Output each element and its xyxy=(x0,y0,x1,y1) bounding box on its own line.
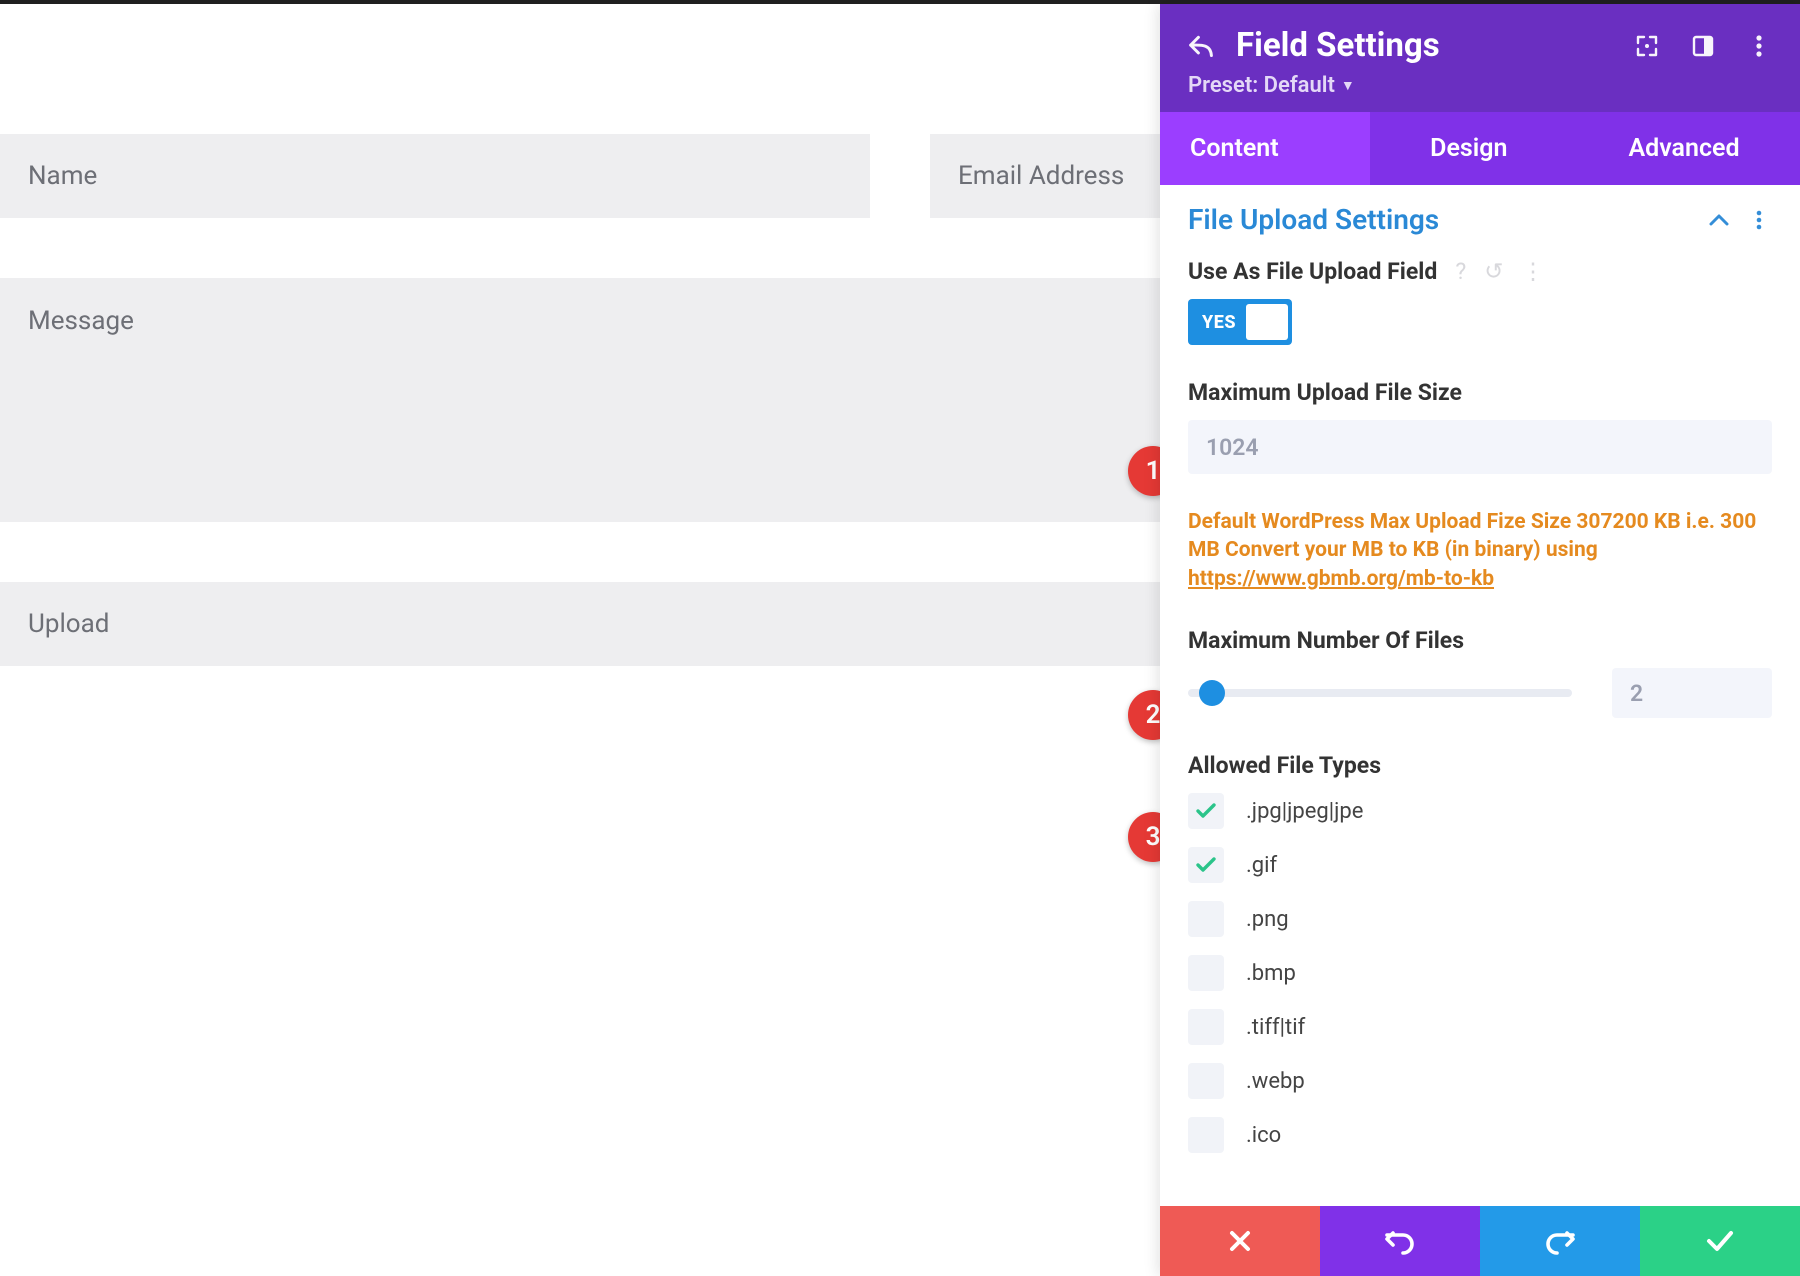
notice-link[interactable]: https://www.gbmb.org/mb-to-kb xyxy=(1188,567,1494,591)
section-title[interactable]: File Upload Settings xyxy=(1188,203,1439,236)
back-icon[interactable] xyxy=(1188,33,1214,59)
file-type-checkbox[interactable] xyxy=(1188,955,1224,991)
preset-selector[interactable]: Preset: Default ▼ xyxy=(1188,73,1772,98)
panel-header: Field Settings Preset: Default ▼ xyxy=(1160,4,1800,112)
settings-panel: Field Settings Preset: Default ▼ xyxy=(1160,4,1800,1276)
max-files-slider[interactable] xyxy=(1188,689,1572,697)
file-upload-toggle[interactable]: YES xyxy=(1188,299,1292,345)
toggle-knob xyxy=(1246,304,1288,340)
tabs: Content Design Advanced xyxy=(1160,112,1800,185)
max-upload-size-label: Maximum Upload File Size xyxy=(1188,379,1462,406)
file-type-checkbox[interactable] xyxy=(1188,793,1224,829)
section-kebab-icon[interactable] xyxy=(1746,207,1772,233)
file-type-label: .ico xyxy=(1246,1123,1281,1148)
collapse-icon[interactable] xyxy=(1706,207,1732,233)
email-field[interactable]: Email Address xyxy=(930,134,1162,218)
notice-text: Default WordPress Max Upload Fize Size 3… xyxy=(1188,510,1756,562)
snap-icon[interactable] xyxy=(1690,33,1716,59)
allowed-types-label: Allowed File Types xyxy=(1188,752,1381,779)
use-as-file-upload-label: Use As File Upload Field xyxy=(1188,258,1437,285)
tab-content[interactable]: Content xyxy=(1160,112,1370,185)
panel-title: Field Settings xyxy=(1236,26,1440,65)
file-type-checkbox[interactable] xyxy=(1188,847,1224,883)
message-field[interactable]: Message xyxy=(0,278,1162,522)
tab-design[interactable]: Design xyxy=(1370,112,1568,185)
redo-button[interactable] xyxy=(1480,1206,1640,1276)
file-type-row: .bmp xyxy=(1188,955,1772,991)
slider-thumb[interactable] xyxy=(1199,680,1225,706)
toggle-yes-label: YES xyxy=(1202,312,1236,333)
file-type-label: .webp xyxy=(1246,1069,1305,1094)
panel-footer xyxy=(1160,1206,1800,1276)
file-type-row: .ico xyxy=(1188,1117,1772,1153)
file-type-label: .png xyxy=(1246,907,1289,932)
tab-advanced[interactable]: Advanced xyxy=(1568,112,1800,185)
file-type-row: .gif xyxy=(1188,847,1772,883)
file-types-list: .jpg|jpeg|jpe .gif .png .bmp .tiff|tif .webp.… xyxy=(1188,793,1772,1153)
form-preview: Name Email Address Message Upload xyxy=(0,4,1162,726)
preset-label: Preset: Default xyxy=(1188,73,1335,98)
file-type-label: .gif xyxy=(1246,853,1277,878)
max-files-label: Maximum Number Of Files xyxy=(1188,627,1464,654)
file-type-row: .webp xyxy=(1188,1063,1772,1099)
cancel-button[interactable] xyxy=(1160,1206,1320,1276)
file-type-checkbox[interactable] xyxy=(1188,901,1224,937)
reset-icon[interactable]: ↺ xyxy=(1484,258,1503,285)
file-type-row: .jpg|jpeg|jpe xyxy=(1188,793,1772,829)
save-button[interactable] xyxy=(1640,1206,1800,1276)
help-icon[interactable]: ? xyxy=(1455,258,1466,285)
upload-field[interactable]: Upload xyxy=(0,582,1162,666)
expand-icon[interactable] xyxy=(1634,33,1660,59)
option-kebab-icon[interactable]: ⋮ xyxy=(1522,258,1545,285)
file-type-checkbox[interactable] xyxy=(1188,1009,1224,1045)
file-type-label: .tiff|tif xyxy=(1246,1015,1305,1040)
file-type-checkbox[interactable] xyxy=(1188,1063,1224,1099)
undo-button[interactable] xyxy=(1320,1206,1480,1276)
name-field[interactable]: Name xyxy=(0,134,870,218)
caret-down-icon: ▼ xyxy=(1341,77,1355,94)
file-type-label: .bmp xyxy=(1246,961,1296,986)
kebab-icon[interactable] xyxy=(1746,33,1772,59)
max-upload-size-input[interactable] xyxy=(1188,420,1772,474)
file-type-checkbox[interactable] xyxy=(1188,1117,1224,1153)
max-files-value[interactable]: 2 xyxy=(1612,668,1772,718)
file-type-label: .jpg|jpeg|jpe xyxy=(1246,799,1363,824)
max-size-notice: Default WordPress Max Upload Fize Size 3… xyxy=(1188,508,1772,593)
file-type-row: .tiff|tif xyxy=(1188,1009,1772,1045)
file-type-row: .png xyxy=(1188,901,1772,937)
